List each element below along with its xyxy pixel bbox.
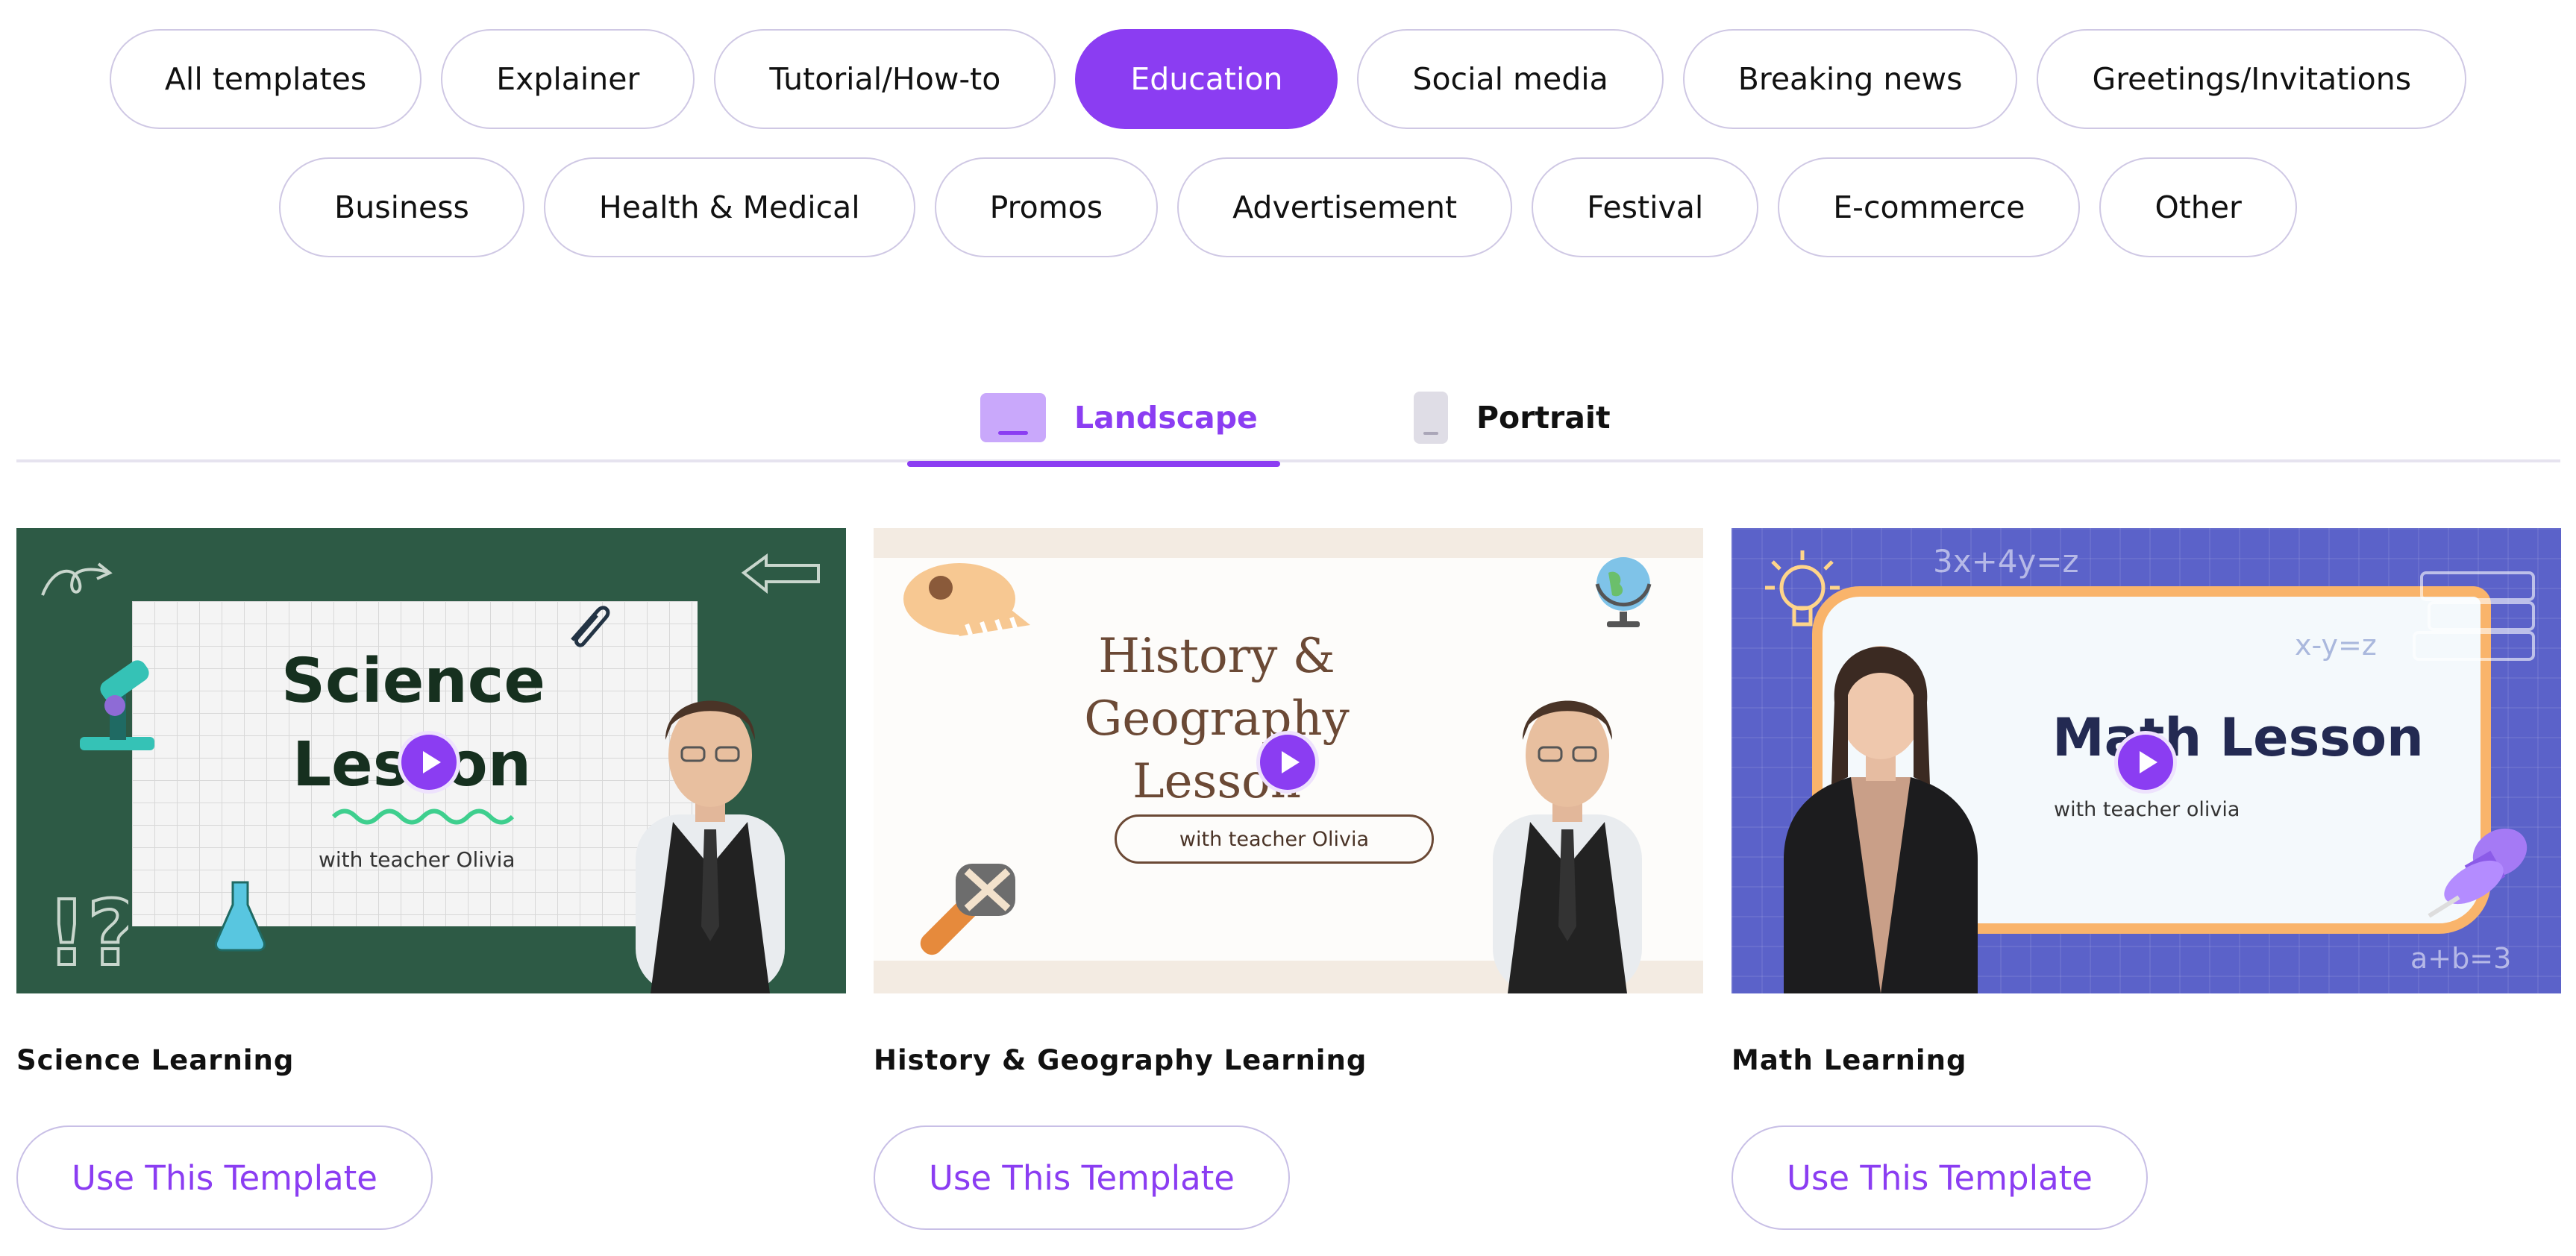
thumbnail-title: Math Lesson: [2052, 707, 2424, 768]
thumbnail-subtitle: with teacher Olivia: [319, 847, 515, 872]
wavy-line-decoration: [331, 808, 515, 825]
category-chip-education[interactable]: Education: [1075, 29, 1338, 129]
equation-text: x-y=z: [2295, 629, 2377, 662]
template-name: History & Geography Learning: [874, 1044, 1367, 1076]
books-icon: [2413, 571, 2535, 661]
category-chip-business[interactable]: Business: [279, 157, 524, 257]
tab-portrait-label: Portrait: [1476, 400, 1611, 436]
presenter-avatar: [1754, 591, 2008, 993]
microscope-icon: [80, 660, 154, 750]
category-chip-tutorial[interactable]: Tutorial/How-to: [714, 29, 1056, 129]
equation-text: 3x+4y=z: [1933, 543, 2079, 580]
landscape-icon: [980, 393, 1046, 442]
thumbnail-subtitle: with teacher olivia: [2054, 798, 2240, 821]
template-name: Science Learning: [16, 1044, 295, 1076]
category-row-2: Business Health & Medical Promos Adverti…: [0, 157, 2576, 257]
template-thumbnail-math[interactable]: 3x+4y=z x-y=z a+b=3 Math Lesson with tea…: [1732, 528, 2561, 993]
pushpin-icon: [2428, 828, 2528, 918]
play-button[interactable]: [1256, 731, 1319, 794]
category-chip-breaking-news[interactable]: Breaking news: [1682, 29, 2018, 129]
category-chip-greetings[interactable]: Greetings/Invitations: [2037, 29, 2467, 129]
category-row-1: All templates Explainer Tutorial/How-to …: [0, 29, 2576, 129]
category-chip-explainer[interactable]: Explainer: [441, 29, 695, 129]
category-chip-other[interactable]: Other: [2099, 157, 2297, 257]
presenter-avatar: [591, 643, 830, 993]
flask-icon: [215, 881, 266, 952]
template-card-history-geography: History & Geography Lesson with teacher …: [874, 528, 1703, 1230]
category-chip-festival[interactable]: Festival: [1532, 157, 1759, 257]
template-thumbnail-history-geography[interactable]: History & Geography Lesson with teacher …: [874, 528, 1703, 993]
use-template-button[interactable]: Use This Template: [874, 1125, 1290, 1230]
active-tab-indicator: [907, 461, 1280, 467]
category-chip-social-media[interactable]: Social media: [1357, 29, 1664, 129]
use-template-button[interactable]: Use This Template: [16, 1125, 433, 1230]
globe-icon: [1595, 557, 1652, 627]
orientation-tabs: Landscape Portrait: [16, 373, 2560, 467]
category-chip-all-templates[interactable]: All templates: [109, 29, 422, 129]
hammer-icon: [920, 864, 1015, 955]
template-card-science: !? Science Lesson with teacher Olivia: [16, 528, 846, 1230]
tab-landscape-label: Landscape: [1074, 400, 1258, 436]
category-chip-promos[interactable]: Promos: [934, 157, 1159, 257]
template-card-math: 3x+4y=z x-y=z a+b=3 Math Lesson with tea…: [1732, 528, 2561, 1230]
category-chip-health-medical[interactable]: Health & Medical: [543, 157, 915, 257]
thumbnail-subtitle-pill: with teacher Olivia: [1115, 814, 1434, 864]
category-chip-advertisement[interactable]: Advertisement: [1177, 157, 1513, 257]
category-chip-ecommerce[interactable]: E-commerce: [1778, 157, 2081, 257]
play-button[interactable]: [398, 731, 460, 794]
tab-portrait[interactable]: Portrait: [1394, 373, 1617, 462]
template-name: Math Learning: [1732, 1044, 1967, 1076]
tab-landscape[interactable]: Landscape: [907, 373, 1280, 467]
presenter-avatar: [1448, 643, 1687, 993]
equation-text: a+b=3: [2410, 942, 2512, 975]
doodle-arrow-icon: [41, 562, 113, 596]
doodle-arrow-left-icon: [741, 553, 820, 594]
svg-text:!?: !?: [46, 882, 128, 976]
template-thumbnail-science[interactable]: !? Science Lesson with teacher Olivia: [16, 528, 846, 993]
question-exclamation-icon: !?: [46, 881, 128, 976]
thumbnail-title: History & Geography Lesson: [1084, 629, 1350, 809]
use-template-button[interactable]: Use This Template: [1732, 1125, 2148, 1230]
play-button[interactable]: [2114, 731, 2177, 794]
portrait-icon: [1414, 392, 1448, 444]
